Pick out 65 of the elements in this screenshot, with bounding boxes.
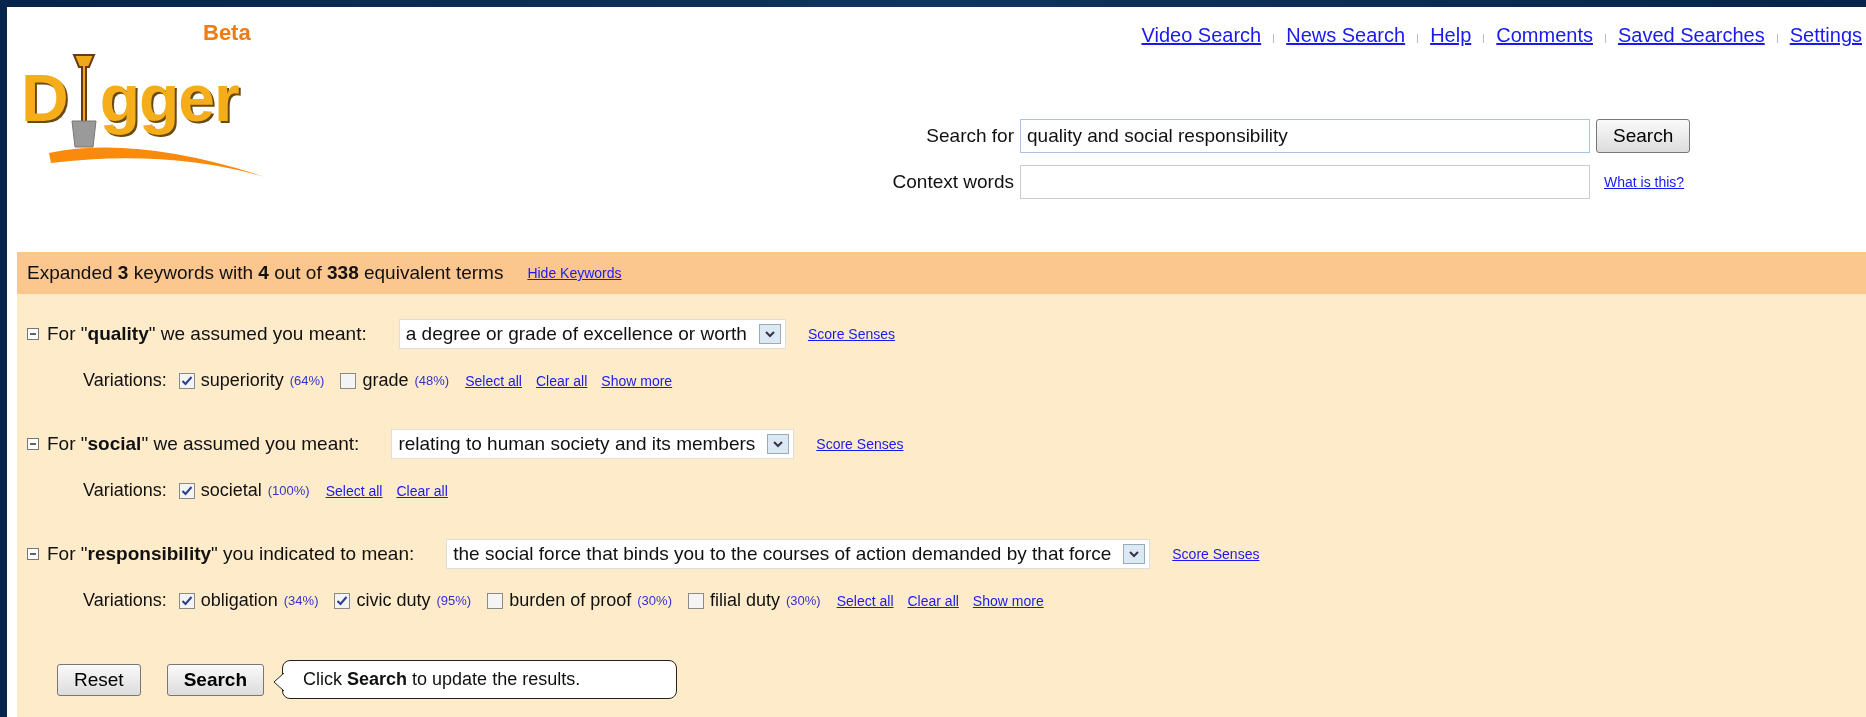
nav-link[interactable]: News Search: [1286, 24, 1406, 47]
sense-dropdown[interactable]: a degree or grade of excellence or worth: [398, 318, 786, 349]
variations-label: Variations:: [83, 590, 167, 611]
variation-score: (30%): [637, 593, 672, 608]
variations-label: Variations:: [83, 370, 167, 391]
variation-score: (48%): [414, 373, 450, 388]
checkbox[interactable]: [687, 592, 704, 609]
checkbox[interactable]: [487, 592, 504, 609]
variation-score: (100%): [267, 483, 310, 498]
context-label: Context words: [891, 171, 1014, 193]
hint-text: Click Search to update the results.: [303, 669, 581, 689]
variation-score: (30%): [786, 593, 821, 608]
checkbox[interactable]: [178, 372, 195, 389]
nav-link[interactable]: Settings: [1789, 24, 1862, 47]
hide-keywords-link[interactable]: Hide Keywords: [527, 265, 622, 281]
logo-text: D: [21, 59, 68, 137]
variation-term: grade: [362, 370, 409, 391]
variation-score: (95%): [436, 593, 472, 608]
collapse-icon[interactable]: [27, 437, 39, 450]
collapse-icon[interactable]: [27, 327, 39, 340]
score-senses-link[interactable]: Score Senses: [807, 325, 896, 342]
keywords-summary: Expanded 3 keywords with 4 out of 338 equivalent terms: [27, 262, 504, 284]
reset-button[interactable]: Reset: [57, 663, 141, 696]
collapse-icon[interactable]: [27, 547, 39, 560]
context-field[interactable]: [1020, 165, 1590, 199]
variation-term: civic duty: [356, 590, 431, 611]
nav-link[interactable]: Comments: [1496, 24, 1593, 47]
variation-link[interactable]: Select all: [465, 372, 522, 389]
variation-link[interactable]: Select all: [836, 592, 894, 609]
variation-link[interactable]: Clear all: [396, 482, 448, 499]
nav-link[interactable]: Saved Searches: [1617, 24, 1765, 47]
score-senses-link[interactable]: Score Senses: [816, 435, 904, 452]
variation-link[interactable]: Show more: [601, 372, 673, 389]
beta-label: Beta: [203, 21, 251, 46]
search-label: Search for: [925, 125, 1014, 147]
search-field[interactable]: quality and social responsibility: [1020, 119, 1590, 153]
variation-link[interactable]: Show more: [972, 592, 1044, 609]
checkbox[interactable]: [178, 482, 195, 499]
search-button[interactable]: Search: [166, 663, 264, 696]
sense-dropdown[interactable]: relating to human society and its members: [391, 428, 795, 459]
variation-score: (64%): [289, 373, 325, 388]
variation-link[interactable]: Clear all: [536, 372, 588, 389]
checkbox[interactable]: [340, 372, 357, 389]
variation-score: (34%): [283, 593, 319, 608]
shovel-icon: [68, 53, 99, 149]
search-button[interactable]: Search: [1596, 119, 1691, 153]
score-senses-link[interactable]: Score Senses: [1172, 545, 1260, 562]
variation-link[interactable]: Clear all: [907, 592, 959, 609]
variation-term: filial duty: [709, 590, 780, 611]
variation-term: societal: [200, 480, 262, 501]
keyword-prompt: For "responsibility" you indicated to mean:: [47, 542, 415, 565]
context-help-link[interactable]: What is this?: [1604, 174, 1866, 190]
keyword-prompt: For "quality" we assumed you meant:: [47, 322, 367, 345]
variations-label: Variations:: [83, 480, 167, 501]
sense-dropdown[interactable]: the social force that binds you to the courses of action demanded by that force: [446, 538, 1151, 569]
checkbox[interactable]: [178, 592, 195, 609]
variation-link[interactable]: Select all: [325, 482, 383, 499]
variation-term: obligation: [200, 590, 278, 611]
variation-term: superiority: [200, 370, 284, 391]
variation-term: burden of proof: [509, 590, 632, 611]
nav-link[interactable]: Video Search: [1141, 24, 1262, 47]
keyword-prompt: For "social" we assumed you meant:: [47, 432, 360, 455]
checkbox[interactable]: [334, 592, 351, 609]
nav-link[interactable]: Help: [1430, 24, 1472, 47]
logo-text: gger: [99, 59, 239, 137]
